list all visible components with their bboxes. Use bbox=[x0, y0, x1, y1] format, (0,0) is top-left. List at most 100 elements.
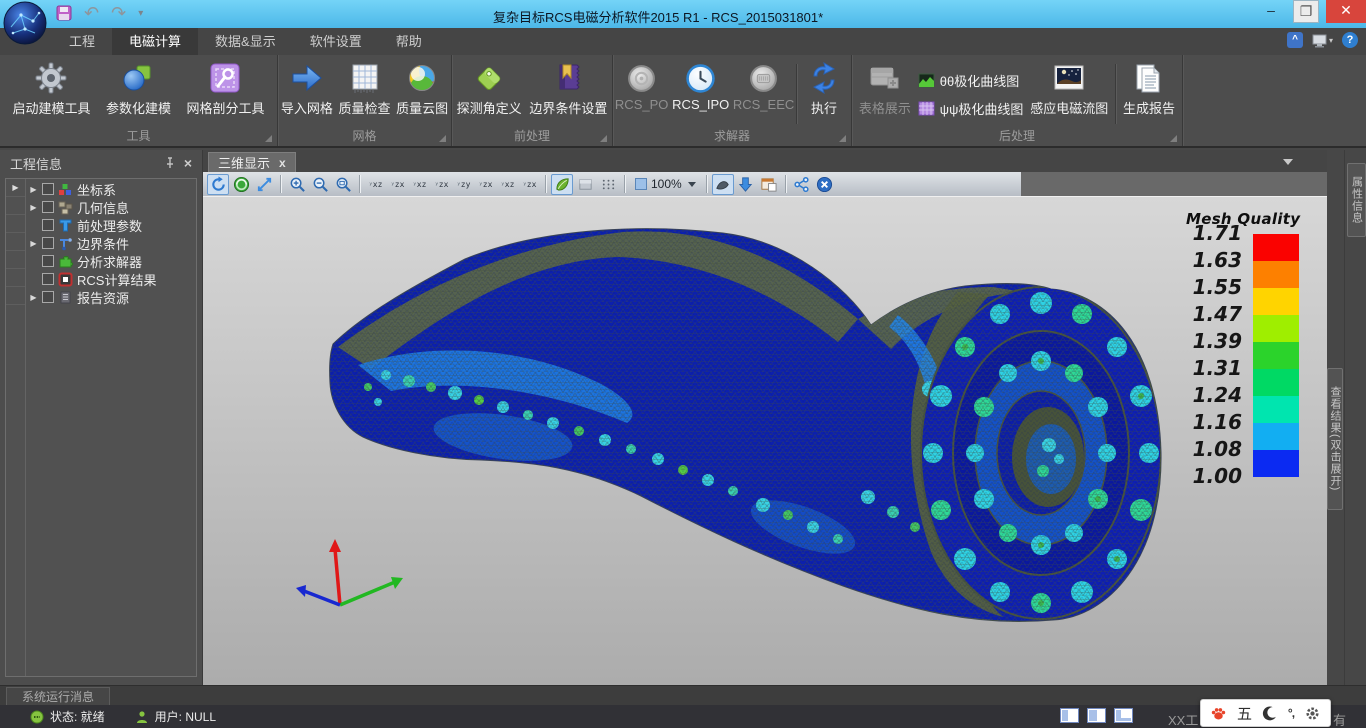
theta-polarization-curve-button[interactable]: θθ极化曲线图 bbox=[918, 71, 1024, 90]
rcs-ipo-button[interactable]: RCS_IPO bbox=[670, 59, 731, 114]
zoom-out-button[interactable] bbox=[309, 174, 331, 195]
tab-em-computation[interactable]: 电磁计算 bbox=[112, 28, 198, 55]
checkbox[interactable] bbox=[42, 183, 54, 195]
panel-close-icon[interactable]: × bbox=[184, 155, 192, 171]
tree-item-boundary-conditions[interactable]: ▶ 边界条件 bbox=[26, 234, 196, 252]
execute-button[interactable]: 执行 bbox=[797, 59, 851, 119]
ime-settings-gear-icon[interactable] bbox=[1304, 705, 1321, 722]
layout-split-icon[interactable] bbox=[1087, 708, 1106, 723]
checkbox[interactable] bbox=[42, 255, 54, 267]
tree-item-analysis-solver[interactable]: 分析求解器 bbox=[26, 252, 196, 270]
dialog-launcher-icon[interactable] bbox=[839, 135, 846, 142]
tree-item-coordinate-system[interactable]: ▶ 坐标系 bbox=[26, 180, 196, 198]
ime-mode-toggle[interactable]: 五 bbox=[1237, 703, 1252, 724]
view-top-button[interactable]: zy bbox=[453, 180, 474, 189]
layout-left-panel-icon[interactable] bbox=[1060, 708, 1079, 723]
flat-view-button[interactable] bbox=[574, 174, 596, 195]
restore-button[interactable]: ❐ bbox=[1293, 0, 1319, 23]
tab-software-settings[interactable]: 软件设置 bbox=[293, 28, 379, 55]
tab-overflow-dropdown-icon[interactable] bbox=[1283, 159, 1293, 165]
boundary-conditions-button[interactable]: 边界条件设置 bbox=[526, 59, 610, 119]
checkbox[interactable] bbox=[42, 273, 54, 285]
3d-viewport[interactable]: Mesh Quality 1.71 1.63 1.55 1.47 1.39 1.… bbox=[203, 197, 1327, 685]
collapse-ribbon-icon[interactable]: ^ bbox=[1287, 32, 1303, 48]
view-back-button[interactable]: zx bbox=[387, 180, 408, 189]
help-icon[interactable]: ? bbox=[1342, 32, 1358, 48]
purple-book-icon bbox=[551, 61, 585, 95]
parametric-modeling-button[interactable]: 参数化建模 bbox=[103, 59, 174, 119]
rcs-po-button[interactable]: RCS_PO bbox=[613, 59, 670, 114]
minimize-button[interactable]: – bbox=[1256, 0, 1286, 23]
globe-network-icon bbox=[3, 1, 47, 45]
mesh-display-button[interactable] bbox=[712, 174, 734, 195]
tab-help[interactable]: 帮助 bbox=[379, 28, 439, 55]
table-display-button[interactable]: 表格展示 bbox=[856, 59, 914, 119]
view-front-button[interactable]: xz bbox=[365, 180, 386, 189]
tree-item-geometry-info[interactable]: ▶ 几何信息 bbox=[26, 198, 196, 216]
expander-icon[interactable]: ▶ bbox=[29, 185, 38, 194]
save-icon[interactable] bbox=[56, 5, 72, 21]
app-logo-icon[interactable] bbox=[3, 1, 47, 45]
download-view-button[interactable] bbox=[735, 174, 757, 195]
points-view-button[interactable] bbox=[597, 174, 619, 195]
close-button[interactable]: ✕ bbox=[1326, 0, 1366, 23]
properties-tab[interactable]: 属性信息 bbox=[1347, 163, 1366, 237]
quality-contour-button[interactable]: 质量云图 bbox=[393, 59, 451, 119]
checkbox[interactable] bbox=[42, 237, 54, 249]
rotate-tool-button[interactable] bbox=[207, 174, 229, 195]
skin-selector[interactable]: ▾ bbox=[1312, 33, 1333, 48]
ime-punctuation-toggle[interactable]: °, bbox=[1288, 706, 1294, 720]
share-button[interactable] bbox=[791, 174, 813, 195]
tree-item-preprocess-params[interactable]: 前处理参数 bbox=[26, 216, 196, 234]
view-right-button[interactable]: zx bbox=[431, 180, 452, 189]
ime-fullwidth-moon-icon[interactable] bbox=[1261, 705, 1278, 722]
checkbox[interactable] bbox=[42, 201, 54, 213]
tree-root-expander[interactable]: ▶ bbox=[6, 179, 25, 197]
dialog-launcher-icon[interactable] bbox=[439, 135, 446, 142]
view-iso1-button[interactable]: xz bbox=[497, 180, 518, 189]
tree-item-rcs-results[interactable]: RCS计算结果 bbox=[26, 270, 196, 288]
detection-angle-button[interactable]: 探测角定义 bbox=[454, 59, 525, 119]
3d-model[interactable] bbox=[203, 197, 1327, 685]
pin-icon[interactable] bbox=[164, 157, 176, 169]
ime-logo-paw-icon[interactable] bbox=[1210, 705, 1227, 722]
orbit-tool-button[interactable] bbox=[230, 174, 252, 195]
induced-current-map-button[interactable]: 感应电磁流图 bbox=[1027, 59, 1111, 119]
undo-icon[interactable]: ↶ bbox=[84, 4, 99, 22]
expander-icon[interactable]: ▶ bbox=[29, 293, 38, 302]
dialog-launcher-icon[interactable] bbox=[600, 135, 607, 142]
zoom-in-button[interactable] bbox=[286, 174, 308, 195]
generate-report-button[interactable]: 生成报告 bbox=[1120, 59, 1178, 119]
launch-modeling-tool-button[interactable]: 启动建模工具 bbox=[9, 59, 93, 119]
quick-access-dropdown-icon[interactable]: ▾ bbox=[138, 8, 143, 19]
quality-check-button[interactable]: 质量检查 bbox=[336, 59, 394, 119]
window-capture-button[interactable] bbox=[758, 174, 780, 195]
tab-engineering[interactable]: 工程 bbox=[52, 28, 112, 55]
tab-3d-display[interactable]: 三维显示 x bbox=[208, 152, 296, 172]
checkbox[interactable] bbox=[42, 219, 54, 231]
view-results-tab[interactable]: 查看结果(双击展开) bbox=[1327, 368, 1343, 510]
layout-bottom-panel-icon[interactable] bbox=[1114, 708, 1133, 723]
tab-close-icon[interactable]: x bbox=[279, 156, 286, 170]
import-mesh-button[interactable]: 导入网格 bbox=[278, 59, 336, 119]
expander-icon[interactable]: ▶ bbox=[29, 239, 38, 248]
checkbox[interactable] bbox=[42, 291, 54, 303]
dialog-launcher-icon[interactable] bbox=[265, 135, 272, 142]
pan-tool-button[interactable] bbox=[253, 174, 275, 195]
meshing-tool-button[interactable]: 网格剖分工具 bbox=[183, 59, 267, 119]
redo-icon[interactable]: ↷ bbox=[111, 4, 126, 22]
zoom-level-selector[interactable]: 100% bbox=[630, 177, 701, 191]
view-left-button[interactable]: xz bbox=[409, 180, 430, 189]
shaded-view-button[interactable] bbox=[551, 174, 573, 195]
psi-polarization-curve-button[interactable]: ψψ极化曲线图 bbox=[918, 99, 1024, 118]
view-bottom-button[interactable]: zx bbox=[475, 180, 496, 189]
system-message-tab[interactable]: 系统运行消息 bbox=[6, 687, 110, 706]
rcs-eec-button[interactable]: RCS_EEC bbox=[731, 59, 796, 114]
view-iso2-button[interactable]: zx bbox=[519, 180, 540, 189]
tab-data-display[interactable]: 数据&显示 bbox=[198, 28, 293, 55]
close-view-button[interactable] bbox=[814, 174, 836, 195]
tree-item-report-resources[interactable]: ▶ 报告资源 bbox=[26, 288, 196, 306]
expander-icon[interactable]: ▶ bbox=[29, 203, 38, 212]
zoom-extents-button[interactable] bbox=[332, 174, 354, 195]
dialog-launcher-icon[interactable] bbox=[1170, 135, 1177, 142]
